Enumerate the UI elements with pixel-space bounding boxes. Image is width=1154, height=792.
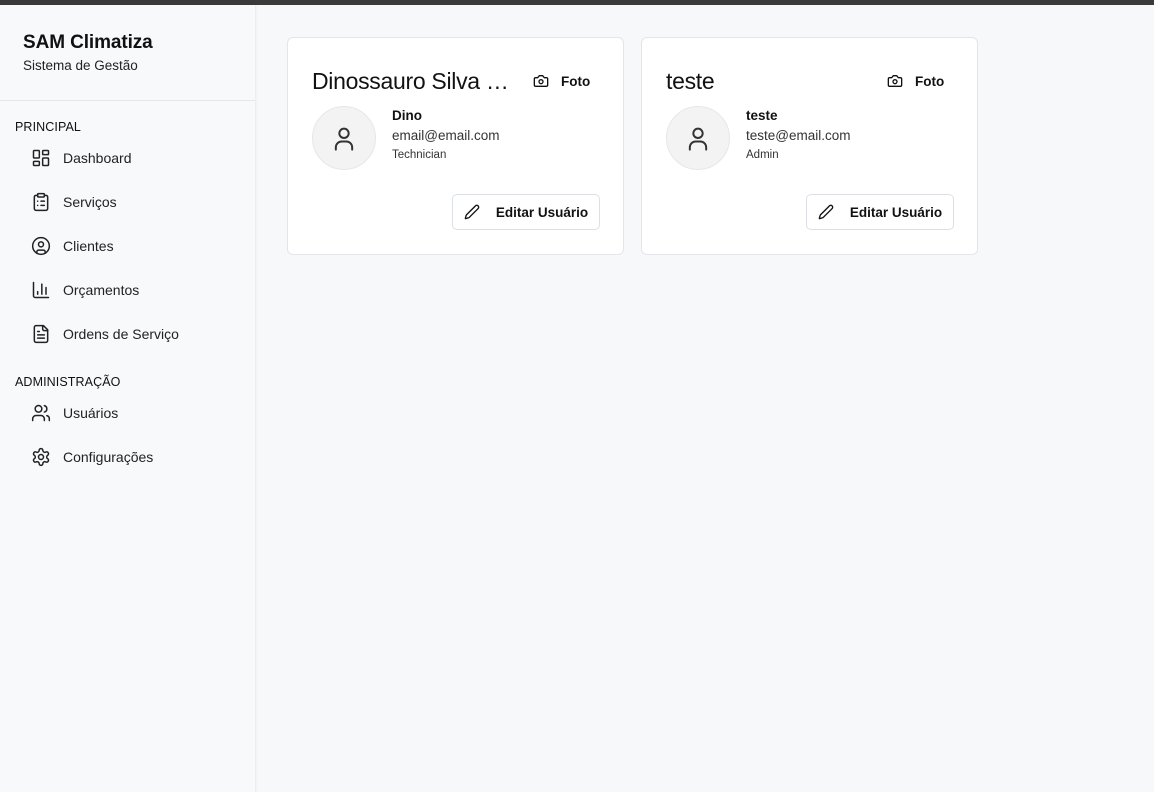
user-icon xyxy=(334,127,354,151)
user-card-title: Dinossauro Silva Santos xyxy=(312,68,512,94)
avatar xyxy=(666,106,730,170)
sidebar-item-label: Orçamentos xyxy=(63,282,140,298)
sidebar-item-label: Usuários xyxy=(63,405,119,421)
sidebar: SAM Climatiza Sistema de Gestão PRINCIPA… xyxy=(0,5,256,792)
sidebar-item-label: Configurações xyxy=(63,449,154,465)
photo-button[interactable]: Foto xyxy=(887,68,944,94)
user-role: Technician xyxy=(392,149,447,161)
section-label-principal: PRINCIPAL xyxy=(15,120,81,134)
sidebar-item-ordens-de-servico[interactable]: Ordens de Serviço xyxy=(0,312,255,356)
sidebar-item-clientes[interactable]: Clientes xyxy=(0,224,255,268)
avatar xyxy=(312,106,376,170)
edit-user-button-label: Editar Usuário xyxy=(849,204,943,220)
main-content: Dinossauro Silva Santos Foto Dino email@… xyxy=(256,5,1154,792)
camera-icon xyxy=(887,75,903,87)
user-card-title: teste xyxy=(666,68,715,94)
file-text-icon xyxy=(31,324,51,344)
pencil-icon xyxy=(464,204,480,220)
sidebar-item-label: Ordens de Serviço xyxy=(63,326,179,342)
user-card: Dinossauro Silva Santos Foto Dino email@… xyxy=(287,37,624,255)
sidebar-item-label: Dashboard xyxy=(63,150,132,166)
user-card: teste Foto teste teste@email.com Admin E… xyxy=(641,37,978,255)
user-role: Admin xyxy=(746,149,779,161)
sidebar-item-orcamentos[interactable]: Orçamentos xyxy=(0,268,255,312)
user-icon xyxy=(688,127,708,151)
user-name: Dino xyxy=(392,108,422,123)
sidebar-item-dashboard[interactable]: Dashboard xyxy=(0,136,255,180)
user-name: teste xyxy=(746,108,778,123)
section-label-administracao: ADMINISTRAÇÃO xyxy=(15,375,121,389)
brand-subtitle: Sistema de Gestão xyxy=(23,58,138,73)
brand-title: SAM Climatiza xyxy=(23,32,153,53)
edit-user-button[interactable]: Editar Usuário xyxy=(806,194,954,230)
users-icon xyxy=(31,403,51,423)
brand: SAM Climatiza Sistema de Gestão xyxy=(0,5,255,101)
user-email: email@email.com xyxy=(392,128,500,143)
photo-button-label: Foto xyxy=(561,73,591,89)
user-info: teste teste@email.com Admin xyxy=(746,108,851,161)
bar-chart-icon xyxy=(31,280,51,300)
edit-user-button[interactable]: Editar Usuário xyxy=(452,194,600,230)
layout-dashboard-icon xyxy=(31,148,51,168)
pencil-icon xyxy=(818,204,834,220)
camera-icon xyxy=(533,75,549,87)
sidebar-item-servicos[interactable]: Serviços xyxy=(0,180,255,224)
settings-icon xyxy=(31,447,51,467)
user-email: teste@email.com xyxy=(746,128,851,143)
edit-user-button-label: Editar Usuário xyxy=(495,204,589,220)
sidebar-item-label: Serviços xyxy=(63,194,117,210)
user-info: Dino email@email.com Technician xyxy=(392,108,499,161)
photo-button[interactable]: Foto xyxy=(533,68,590,94)
clipboard-list-icon xyxy=(31,192,51,212)
sidebar-item-configuracoes[interactable]: Configurações xyxy=(0,435,255,479)
sidebar-item-usuarios[interactable]: Usuários xyxy=(0,391,255,435)
photo-button-label: Foto xyxy=(915,73,945,89)
user-circle-icon xyxy=(31,236,51,256)
sidebar-item-label: Clientes xyxy=(63,238,114,254)
